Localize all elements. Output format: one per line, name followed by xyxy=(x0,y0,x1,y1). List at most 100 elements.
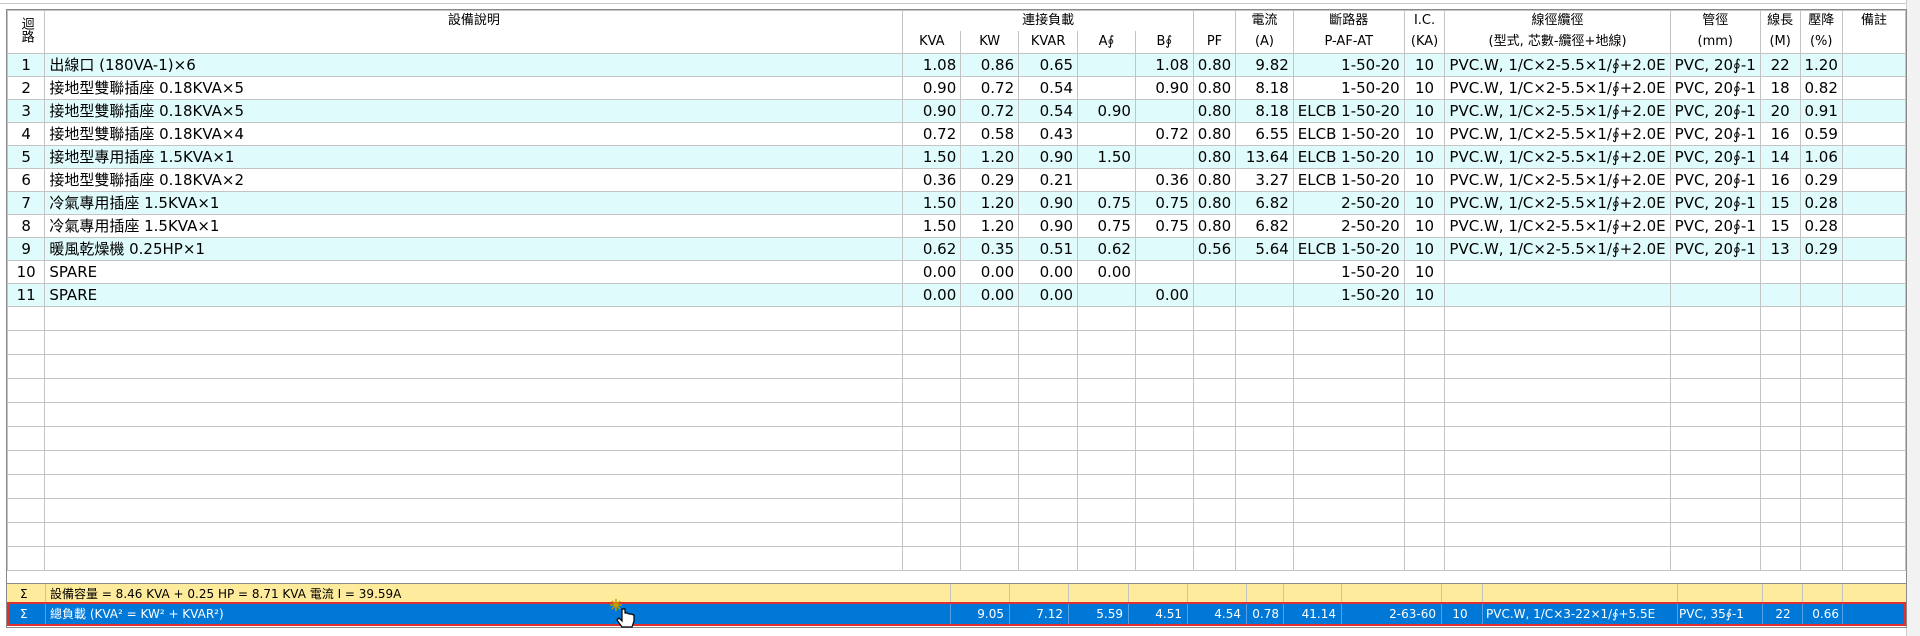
empty-cell[interactable] xyxy=(1018,306,1079,331)
empty-cell[interactable] xyxy=(1292,378,1405,403)
empty-cell[interactable] xyxy=(1235,330,1294,355)
empty-cell[interactable] xyxy=(1292,522,1405,547)
cell-wire[interactable] xyxy=(1444,283,1671,307)
cell-b-phase[interactable] xyxy=(1134,145,1194,169)
cell-ic[interactable]: 10 xyxy=(1403,191,1446,215)
total-load-row[interactable]: Σ 總負載 (KVA² = KW² + KVAR²) 9.05 7.12 5.5… xyxy=(7,602,1906,626)
empty-cell[interactable] xyxy=(902,450,962,475)
cell-current[interactable]: 5.64 xyxy=(1235,237,1294,261)
empty-cell[interactable] xyxy=(1669,498,1761,523)
cell-length[interactable]: 14 xyxy=(1759,145,1801,169)
cell-a-phase[interactable] xyxy=(1077,53,1136,77)
empty-cell[interactable] xyxy=(1444,330,1671,355)
empty-cell[interactable] xyxy=(7,306,46,331)
cell-current[interactable]: 13.64 xyxy=(1235,145,1294,169)
empty-cell[interactable] xyxy=(1134,402,1194,427)
cell-pf[interactable]: 0.80 xyxy=(1192,214,1237,238)
empty-cell[interactable] xyxy=(1077,522,1136,547)
cell-drop[interactable]: 0.59 xyxy=(1799,122,1843,146)
cell-circuit-no[interactable]: 7 xyxy=(7,191,46,215)
empty-cell[interactable] xyxy=(1403,378,1446,403)
cell-description[interactable]: 冷氣專用插座 1.5KVA×1 xyxy=(44,191,904,215)
cell-kva[interactable]: 1.50 xyxy=(902,214,962,238)
cell-kvar[interactable]: 0.43 xyxy=(1018,122,1079,146)
cell-breaker[interactable]: 1-50-20 xyxy=(1292,76,1405,100)
empty-cell[interactable] xyxy=(1444,426,1671,451)
cell-conduit[interactable]: PVC, 20∮-1 xyxy=(1669,145,1761,169)
empty-cell[interactable] xyxy=(1235,426,1294,451)
cell-pf[interactable]: 0.80 xyxy=(1192,76,1237,100)
cell-b-phase[interactable]: 1.08 xyxy=(1134,53,1194,77)
cell-breaker[interactable]: 1-50-20 xyxy=(1292,53,1405,77)
empty-cell[interactable] xyxy=(1841,354,1906,379)
cell-kw[interactable]: 0.72 xyxy=(960,76,1020,100)
empty-cell[interactable] xyxy=(1235,306,1294,331)
cell-kvar[interactable]: 0.21 xyxy=(1018,168,1079,192)
cell-wire[interactable]: PVC.W, 1/C×2-5.5×1/∮+2.0E xyxy=(1444,99,1671,123)
capacity-summary-row[interactable]: Σ 設備容量 = 8.46 KVA + 0.25 HP = 8.71 KVA 電… xyxy=(7,583,1906,604)
cell-circuit-no[interactable]: 8 xyxy=(7,214,46,238)
empty-cell[interactable] xyxy=(7,522,46,547)
cell-kvar[interactable]: 0.54 xyxy=(1018,99,1079,123)
cell-kw[interactable]: 0.00 xyxy=(960,283,1020,307)
cell-length[interactable] xyxy=(1759,283,1801,307)
cell-breaker[interactable]: 1-50-20 xyxy=(1292,260,1405,284)
cell-remark[interactable] xyxy=(1841,122,1906,146)
cell-kva[interactable]: 1.50 xyxy=(902,145,962,169)
cell-pf[interactable]: 0.80 xyxy=(1192,122,1237,146)
table-row[interactable]: 7 冷氣專用插座 1.5KVA×1 1.50 1.20 0.90 0.75 0.75 0.80… xyxy=(7,191,1906,215)
empty-cell[interactable] xyxy=(1669,450,1761,475)
empty-cell[interactable] xyxy=(1077,498,1136,523)
cell-b-phase[interactable]: 0.75 xyxy=(1134,191,1194,215)
cell-circuit-no[interactable]: 2 xyxy=(7,76,46,100)
empty-cell[interactable] xyxy=(1799,522,1843,547)
empty-cell[interactable] xyxy=(960,306,1020,331)
table-row[interactable]: 5 接地型專用插座 1.5KVA×1 1.50 1.20 0.90 1.50 0.80 13.… xyxy=(7,145,1906,169)
empty-cell[interactable] xyxy=(1403,498,1446,523)
cell-a-phase[interactable] xyxy=(1077,122,1136,146)
cell-a-phase[interactable]: 0.75 xyxy=(1077,214,1136,238)
empty-cell[interactable] xyxy=(1077,426,1136,451)
empty-cell[interactable] xyxy=(1403,330,1446,355)
cell-description[interactable]: 接地型雙聯插座 0.18KVA×5 xyxy=(44,99,904,123)
empty-cell[interactable] xyxy=(1134,306,1194,331)
empty-cell[interactable] xyxy=(1759,330,1801,355)
cell-kw[interactable]: 0.29 xyxy=(960,168,1020,192)
cell-circuit-no[interactable]: 3 xyxy=(7,99,46,123)
cell-drop[interactable] xyxy=(1799,260,1843,284)
empty-cell[interactable] xyxy=(1018,354,1079,379)
cell-description[interactable]: 接地型專用插座 1.5KVA×1 xyxy=(44,145,904,169)
cell-ic[interactable]: 10 xyxy=(1403,145,1446,169)
empty-cell[interactable] xyxy=(902,354,962,379)
cell-remark[interactable] xyxy=(1841,168,1906,192)
empty-cell[interactable] xyxy=(1192,378,1237,403)
cell-circuit-no[interactable]: 5 xyxy=(7,145,46,169)
empty-cell[interactable] xyxy=(902,330,962,355)
empty-cell[interactable] xyxy=(1841,450,1906,475)
empty-cell[interactable] xyxy=(1841,426,1906,451)
cell-current[interactable]: 6.82 xyxy=(1235,214,1294,238)
cell-kva[interactable]: 1.08 xyxy=(902,53,962,77)
cell-kva[interactable]: 0.90 xyxy=(902,99,962,123)
cell-ic[interactable]: 10 xyxy=(1403,76,1446,100)
empty-cell[interactable] xyxy=(1192,354,1237,379)
empty-cell[interactable] xyxy=(1403,522,1446,547)
cell-pf[interactable]: 0.80 xyxy=(1192,191,1237,215)
empty-cell[interactable] xyxy=(1403,450,1446,475)
empty-cell[interactable] xyxy=(7,378,46,403)
empty-cell[interactable] xyxy=(1192,474,1237,499)
empty-cell[interactable] xyxy=(1403,354,1446,379)
empty-cell[interactable] xyxy=(1403,306,1446,331)
cell-circuit-no[interactable]: 9 xyxy=(7,237,46,261)
cell-description[interactable]: 接地型雙聯插座 0.18KVA×5 xyxy=(44,76,904,100)
empty-cell[interactable] xyxy=(7,546,46,571)
empty-cell[interactable] xyxy=(1018,330,1079,355)
cell-breaker[interactable]: ELCB 1-50-20 xyxy=(1292,122,1405,146)
empty-cell[interactable] xyxy=(1759,450,1801,475)
cell-a-phase[interactable] xyxy=(1077,283,1136,307)
cell-pf[interactable] xyxy=(1192,260,1237,284)
empty-cell[interactable] xyxy=(1134,450,1194,475)
cell-breaker[interactable]: ELCB 1-50-20 xyxy=(1292,168,1405,192)
empty-cell[interactable] xyxy=(1669,354,1761,379)
cell-conduit[interactable] xyxy=(1669,283,1761,307)
